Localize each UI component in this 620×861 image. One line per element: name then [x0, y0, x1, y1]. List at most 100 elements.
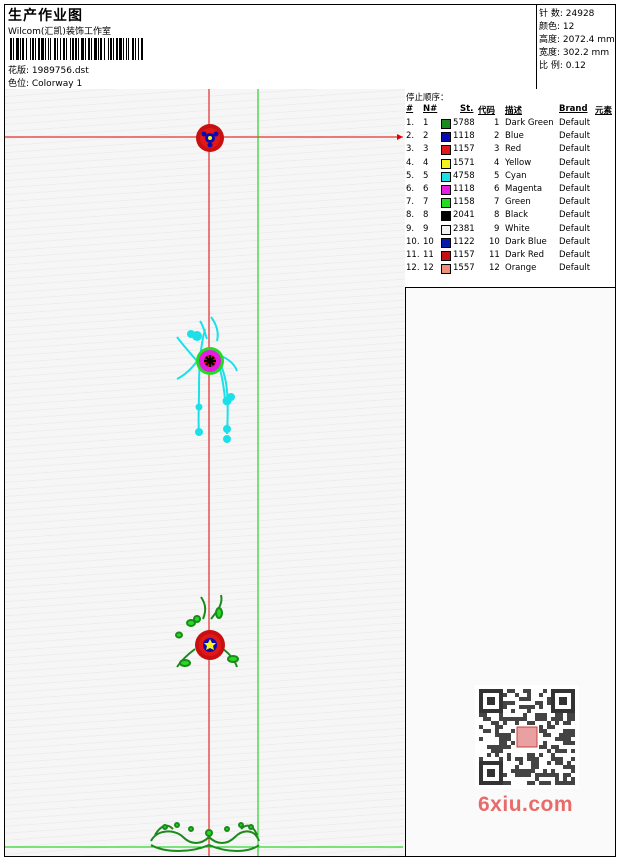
row-no: 7 [423, 197, 429, 208]
row-brand: Default [559, 170, 591, 181]
company-name: Wilcom(汇凯)装饰工作室 [8, 27, 111, 37]
table-row: 2. 2 1118 2 Blue Default [405, 131, 615, 144]
row-idx: 6. [406, 184, 415, 194]
row-code: 1 [494, 118, 500, 128]
row-no: 11 [423, 250, 434, 260]
row-description: Yellow [505, 157, 532, 168]
row-description: Dark Green [505, 118, 554, 128]
row-code: 8 [494, 210, 500, 221]
row-stitches: 5788 [453, 118, 475, 128]
colorway-label: 色位: Colorway 1 [8, 79, 83, 89]
header-brand: Brand [559, 104, 588, 114]
color-swatch [441, 132, 451, 143]
start-arrow-icon [397, 134, 403, 140]
row-no: 2 [423, 131, 429, 142]
color-swatch [441, 119, 451, 129]
table-row: 3. 3 1157 3 Red Default [405, 144, 615, 157]
row-idx: 8. [406, 210, 415, 221]
row-brand: Default [559, 263, 591, 274]
stats-panel: 针 数: 24928 颜色: 12 高度: 2072.4 mm 宽度: 302.… [536, 5, 616, 89]
row-no: 1 [423, 118, 429, 128]
row-brand: Default [559, 197, 591, 208]
header-idx: # [406, 104, 414, 114]
row-idx: 10. [406, 236, 420, 247]
row-stitches: 1157 [453, 144, 475, 155]
row-brand: Default [559, 118, 591, 128]
header-no: N# [423, 104, 438, 114]
table-row: 8. 8 2041 8 Black Default [405, 210, 615, 223]
header-elem: 元素 [595, 106, 613, 116]
row-stitches: 1557 [453, 263, 475, 274]
top-flower-icon [196, 124, 224, 152]
stat-stitches: 针 数: 24928 [539, 9, 595, 19]
row-no: 10 [423, 236, 434, 247]
row-code: 12 [489, 263, 500, 274]
table-header: # N# St. 代码 描述 Brand 元素 [405, 104, 615, 116]
table-row: 11. 11 1157 11 Dark Red Default [405, 250, 615, 263]
production-sheet: 生产作业图 Wilcom(汇凯)装饰工作室 花版: 1989756.dst 色位… [4, 4, 616, 857]
row-description: Cyan [505, 170, 527, 181]
row-stitches: 1157 [453, 250, 475, 260]
row-idx: 5. [406, 170, 415, 181]
color-swatch [441, 251, 451, 261]
color-stop-table: 停止顺序： # N# St. 代码 描述 Brand 元素 1. 1 5788 1 Da… [405, 89, 615, 288]
row-brand: Default [559, 210, 591, 221]
watermark-logo: 6xiu.com [478, 793, 574, 816]
row-description: White [505, 223, 530, 234]
table-row: 5. 5 4758 5 Cyan Default [405, 171, 615, 184]
row-code: 7 [494, 197, 500, 208]
table-row: 7. 7 1158 7 Green Default [405, 197, 615, 210]
row-brand: Default [559, 131, 591, 142]
row-description: Dark Blue [505, 236, 547, 247]
row-code: 6 [494, 184, 500, 194]
stat-colors: 颜色: 12 [539, 22, 575, 32]
row-stitches: 1118 [453, 184, 475, 194]
design-file-label: 花版: 1989756.dst [8, 66, 89, 76]
middle-flower-icon [176, 316, 238, 443]
row-brand: Default [559, 184, 591, 194]
color-swatch [441, 264, 451, 275]
row-idx: 11. [406, 250, 420, 260]
table-row: 10. 10 1122 10 Dark Blue Default [405, 237, 615, 250]
row-code: 3 [494, 144, 500, 155]
row-idx: 7. [406, 197, 415, 208]
row-no: 12 [423, 263, 434, 274]
row-code: 11 [489, 250, 500, 260]
row-idx: 9. [406, 223, 415, 234]
color-swatch [441, 211, 451, 222]
row-no: 4 [423, 157, 429, 168]
color-swatch [441, 198, 451, 209]
header-st: St. [460, 104, 474, 114]
color-swatch [441, 224, 451, 235]
row-idx: 1. [406, 118, 415, 128]
row-description: Green [505, 197, 531, 208]
header-code: 代码 [478, 106, 496, 116]
row-stitches: 2381 [453, 223, 475, 234]
page-title: 生产作业图 [8, 8, 83, 24]
row-stitches: 1571 [453, 157, 475, 168]
row-stitches: 1158 [453, 197, 475, 208]
stat-scale: 比 例: 0.12 [539, 61, 586, 71]
row-description: Orange [505, 263, 537, 274]
table-row: 1. 1 5788 1 Dark Green Default [405, 118, 615, 131]
row-idx: 3. [406, 144, 415, 155]
row-stitches: 2041 [453, 210, 475, 221]
row-description: Red [505, 144, 522, 155]
lower-flower-head-icon [195, 630, 225, 660]
row-brand: Default [559, 223, 591, 234]
row-stitches: 1118 [453, 131, 475, 142]
row-no: 9 [423, 223, 429, 234]
row-no: 8 [423, 210, 429, 221]
row-no: 5 [423, 170, 429, 181]
row-code: 5 [494, 170, 500, 181]
row-idx: 4. [406, 157, 415, 168]
color-swatch [441, 185, 451, 195]
table-row: 6. 6 1118 6 Magenta Default [405, 184, 615, 197]
barcode-icon [10, 38, 143, 60]
row-idx: 12. [406, 263, 420, 274]
row-idx: 2. [406, 131, 415, 142]
middle-flower-head-icon [196, 347, 224, 375]
stat-width: 宽度: 302.2 mm [539, 48, 610, 58]
table-row: 4. 4 1571 4 Yellow Default [405, 158, 615, 171]
header-desc: 描述 [505, 106, 523, 116]
